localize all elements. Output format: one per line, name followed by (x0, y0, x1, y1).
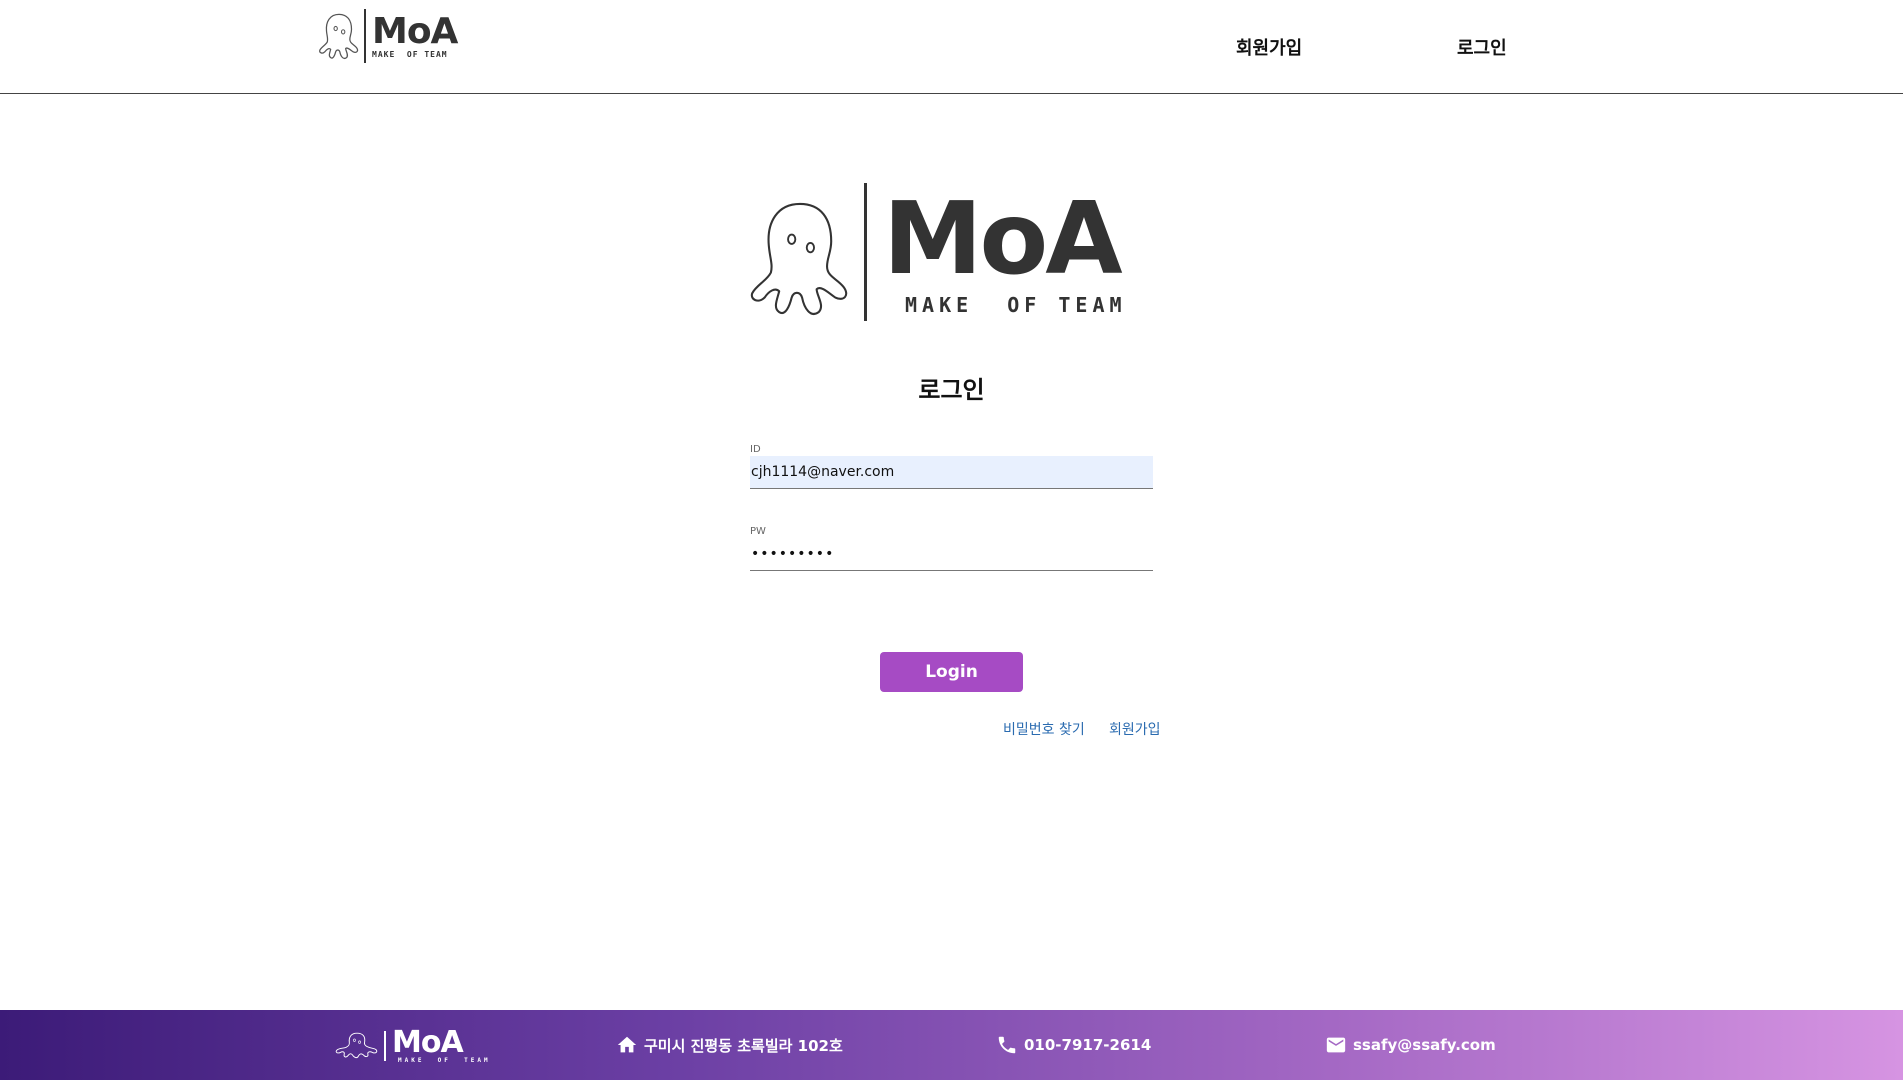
find-password-link[interactable]: 비밀번호 찾기 (1003, 719, 1085, 739)
login-button[interactable]: Login (880, 652, 1023, 692)
footer-logo: MoA MAKE OF TEAM (334, 1027, 491, 1065)
id-field-label: ID (750, 444, 761, 455)
logo-divider (864, 183, 867, 321)
octopus-logo-icon (335, 1032, 378, 1059)
logo-tagline: MAKE OF TEAM (372, 49, 448, 59)
nav-login-link[interactable]: 로그인 (1457, 34, 1507, 60)
phone-icon (998, 1036, 1016, 1054)
logo-tagline: MAKE OF TEAM (905, 293, 1127, 317)
logo-name: MoA (372, 10, 458, 52)
pw-field-label: PW (750, 526, 766, 537)
logo-wordmark: MoA MAKE OF TEAM (392, 1028, 491, 1064)
id-field: ID (750, 444, 1153, 489)
logo-name: MoA (392, 1025, 464, 1060)
octopus-logo-icon (319, 13, 359, 60)
mail-icon (1326, 1037, 1346, 1053)
site-footer: MoA MAKE OF TEAM 구미시 진평동 초록빌라 102호 010-7… (0, 1010, 1903, 1080)
page-title: 로그인 (918, 376, 985, 404)
footer-address-text: 구미시 진평동 초록빌라 102호 (644, 1036, 843, 1055)
signup-link[interactable]: 회원가입 (1109, 719, 1161, 739)
footer-phone-text: 010-7917-2614 (1024, 1036, 1152, 1054)
logo-divider (364, 9, 366, 63)
octopus-logo-icon (750, 202, 848, 315)
logo-wordmark: MoA MAKE OF TEAM (883, 180, 1127, 317)
logo-tagline: MAKE OF TEAM (398, 1057, 491, 1064)
nav-signup-link[interactable]: 회원가입 (1236, 34, 1302, 60)
footer-email: ssafy@ssafy.com (1325, 1010, 1496, 1080)
main-logo: MoA MAKE OF TEAM (748, 180, 1138, 324)
header-logo[interactable]: MoA MAKE OF TEAM (318, 6, 460, 66)
site-header: MoA MAKE OF TEAM 회원가입 로그인 (0, 0, 1903, 94)
pw-input[interactable] (750, 538, 1153, 571)
logo-name: MoA (883, 180, 1123, 297)
footer-address: 구미시 진평동 초록빌라 102호 (616, 1010, 843, 1080)
pw-field: PW (750, 526, 1153, 571)
logo-wordmark: MoA MAKE OF TEAM (372, 10, 458, 59)
logo-divider (384, 1031, 386, 1061)
footer-email-text: ssafy@ssafy.com (1353, 1036, 1496, 1054)
home-icon (617, 1036, 637, 1053)
footer-phone: 010-7917-2614 (996, 1010, 1151, 1080)
id-input[interactable] (750, 456, 1153, 489)
